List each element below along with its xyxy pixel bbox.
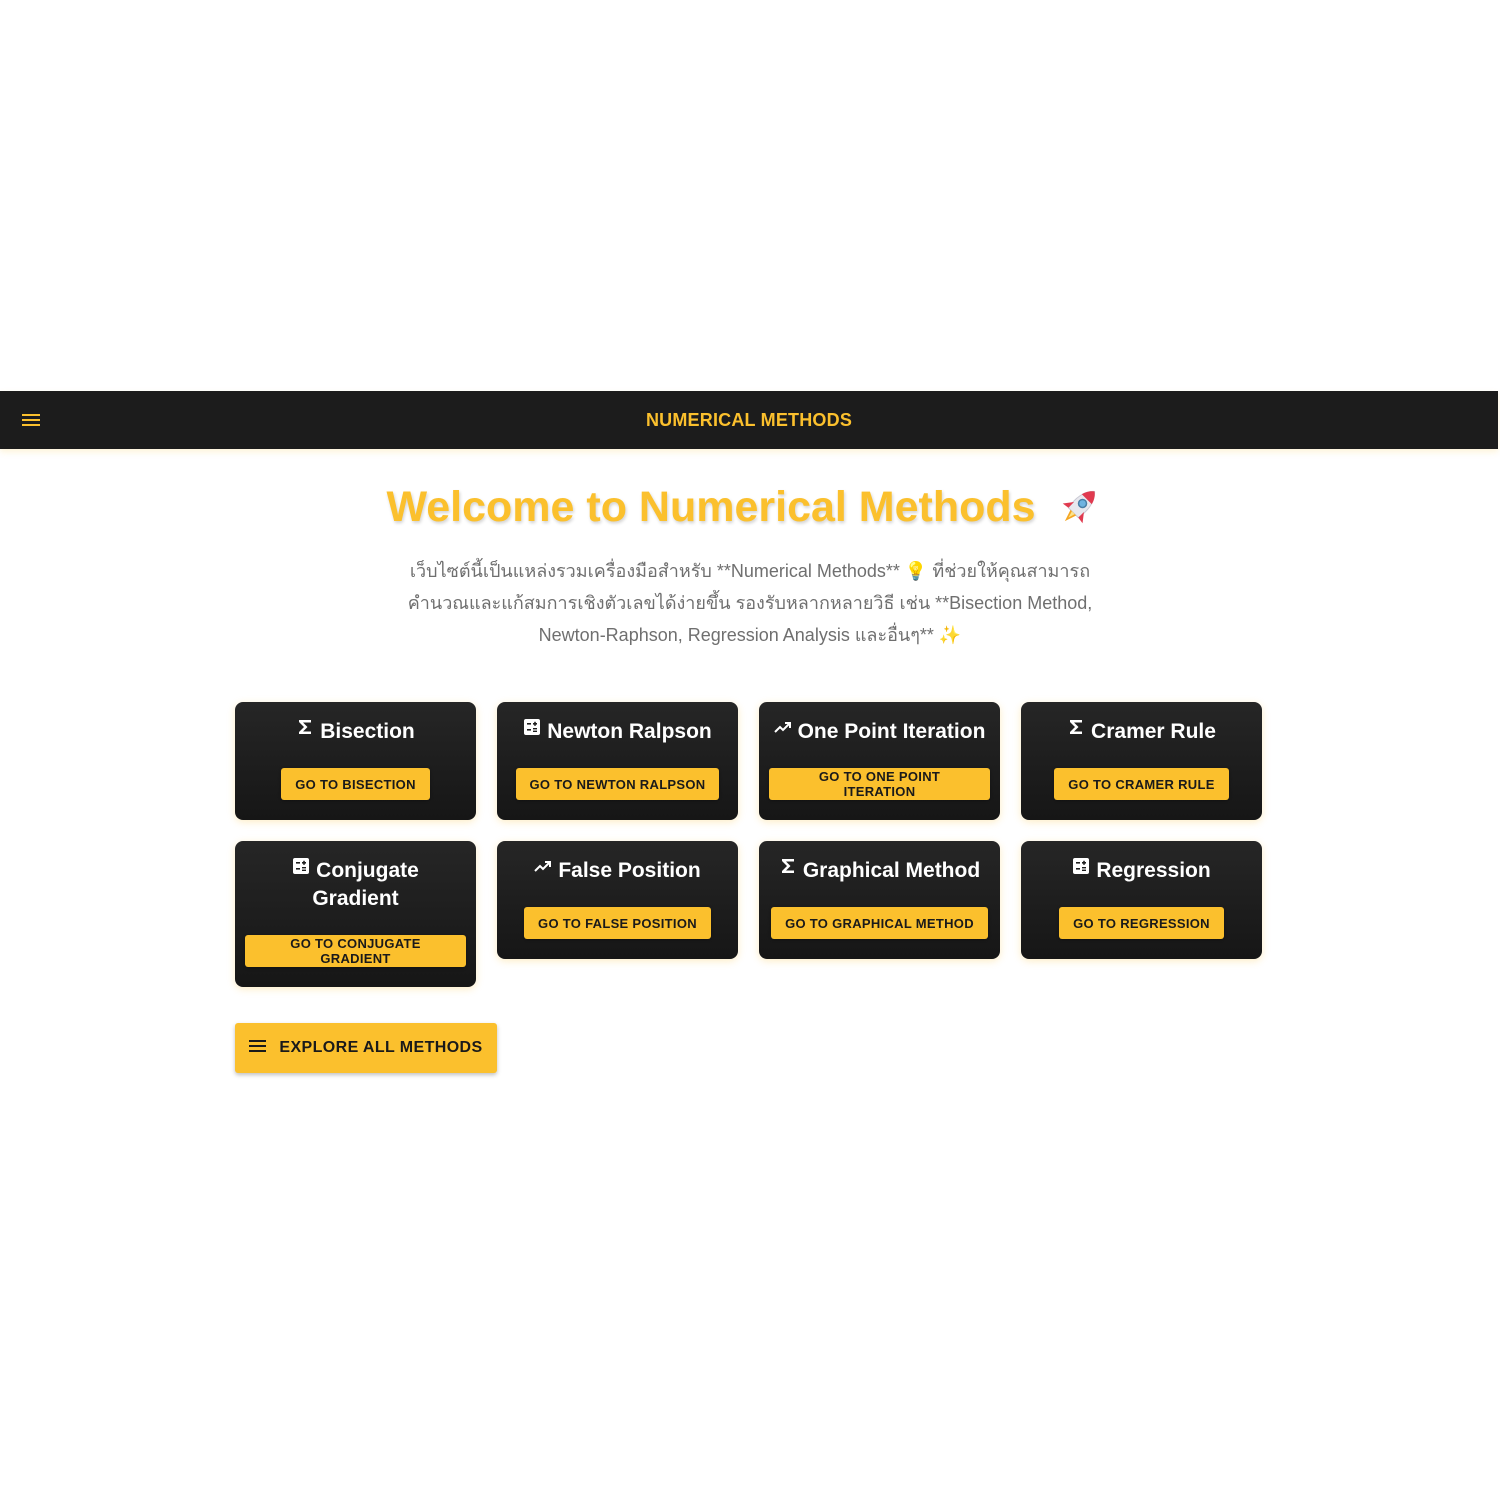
method-card-one-point-iteration: One Point Iteration GO TO ONE POINT ITER…: [759, 702, 1000, 820]
card-title-text: Graphical Method: [802, 859, 981, 882]
explore-all-methods-label: EXPLORE ALL METHODS: [279, 1039, 483, 1056]
card-title: One Point Iteration: [773, 716, 986, 746]
app-bar: NUMERICAL METHODS: [0, 391, 1498, 449]
method-card-false-position: False Position GO TO FALSE POSITION: [497, 841, 738, 959]
go-to-cramer-rule-button[interactable]: GO TO CRAMER RULE: [1054, 768, 1229, 800]
card-title: Conjugate Gradient: [281, 855, 431, 913]
calculator-icon: [292, 855, 310, 874]
calculator-icon: [523, 716, 541, 735]
go-to-one-point-iteration-button[interactable]: GO TO ONE POINT ITERATION: [769, 768, 990, 800]
go-to-bisection-button[interactable]: GO TO BISECTION: [281, 768, 430, 800]
card-title-text: Newton Ralpson: [547, 720, 712, 743]
card-title: Graphical Method: [779, 855, 980, 885]
method-card-newton-ralpson: Newton Ralpson GO TO NEWTON RALPSON: [497, 702, 738, 820]
sigma-icon: [1067, 716, 1085, 734]
rocket-icon: [1054, 482, 1104, 532]
hero-description: เว็บไซต์นี้เป็นแหล่งรวมเครื่องมือสำหรับ …: [407, 561, 1093, 645]
sigma-icon: [779, 855, 797, 873]
trending-up-icon: [534, 855, 552, 873]
method-card-regression: Regression GO TO REGRESSION: [1021, 841, 1262, 959]
hamburger-menu-icon[interactable]: [18, 408, 44, 432]
card-title: Regression: [1072, 855, 1211, 885]
sigma-icon: [296, 716, 314, 734]
page-title-text: Welcome to Numerical Methods: [386, 482, 1036, 531]
methods-grid: Bisection GO TO BISECTION Newton Ralpson…: [235, 702, 1263, 987]
card-title: Cramer Rule: [1067, 716, 1216, 746]
page-title: Welcome to Numerical Methods: [0, 482, 1490, 532]
app-title: NUMERICAL METHODS: [645, 409, 853, 430]
menu-icon: [249, 1039, 267, 1058]
method-card-conjugate-gradient: Conjugate Gradient GO TO CONJUGATE GRADI…: [235, 841, 476, 987]
method-card-graphical-method: Graphical Method GO TO GRAPHICAL METHOD: [759, 841, 1000, 959]
method-card-bisection: Bisection GO TO BISECTION: [235, 702, 476, 820]
card-title-text: False Position: [558, 859, 701, 882]
go-to-conjugate-gradient-button[interactable]: GO TO CONJUGATE GRADIENT: [245, 935, 466, 967]
calculator-icon: [1072, 855, 1090, 874]
go-to-graphical-method-button[interactable]: GO TO GRAPHICAL METHOD: [771, 907, 988, 939]
go-to-newton-ralpson-button[interactable]: GO TO NEWTON RALPSON: [515, 768, 720, 800]
go-to-regression-button[interactable]: GO TO REGRESSION: [1059, 907, 1224, 939]
card-title-text: Cramer Rule: [1091, 720, 1216, 743]
card-title-text: Conjugate Gradient: [312, 859, 419, 910]
card-title-text: Regression: [1096, 859, 1211, 882]
card-title-text: Bisection: [320, 720, 415, 743]
go-to-false-position-button[interactable]: GO TO FALSE POSITION: [524, 907, 711, 939]
card-title: Bisection: [296, 716, 415, 746]
card-title: False Position: [534, 855, 701, 885]
explore-all-methods-button[interactable]: EXPLORE ALL METHODS: [235, 1023, 497, 1073]
card-title-text: One Point Iteration: [797, 720, 986, 743]
card-title: Newton Ralpson: [523, 716, 712, 746]
method-card-cramer-rule: Cramer Rule GO TO CRAMER RULE: [1021, 702, 1262, 820]
trending-up-icon: [773, 716, 792, 734]
